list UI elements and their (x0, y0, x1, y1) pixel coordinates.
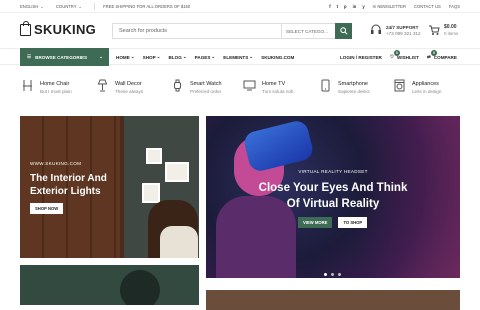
main-menu: HOME ⌄ SHOP ⌄ BLOG ⌄ PAGES ⌄ ELEMENTS ⌄ SKUKI… (116, 49, 294, 65)
top-bar: ENGLISH ⌄ COUNTRY ⌄ FREE SHIPPING FOR ALL … (0, 0, 480, 13)
country-selector[interactable]: COUNTRY ⌄ (56, 4, 82, 9)
chevron-down-icon: ⌄ (182, 54, 187, 59)
banner-title: The Interior And Exterior Lights (30, 173, 107, 197)
menu-item-elements[interactable]: ELEMENTS ⌄ (223, 54, 253, 60)
shop-now-button[interactable]: SHOP NOW (30, 203, 64, 214)
compare-count-badge: 0 (430, 50, 437, 56)
pinterest-icon[interactable]: p (344, 4, 347, 9)
slider-dot[interactable] (338, 273, 341, 276)
slider-dot[interactable] (331, 273, 334, 276)
category-item[interactable]: Wall Decor These always (95, 78, 143, 94)
frame-image (165, 162, 189, 182)
facebook-icon[interactable]: f (329, 4, 330, 9)
category-item[interactable]: Home TV Tum soluta nob (242, 78, 294, 94)
search-bar: Search for products SELECT CATEGO... (112, 22, 352, 39)
search-category-select[interactable]: SELECT CATEGO... (281, 24, 335, 38)
menu-item-skuking[interactable]: SKUKING.COM (261, 55, 294, 60)
menu-item-shop[interactable]: SHOP ⌄ (143, 54, 161, 60)
menu-item-home[interactable]: HOME ⌄ (116, 54, 135, 60)
phone-icon (318, 78, 332, 92)
wishlist-link[interactable]: ♡ 0 WISHLIST (389, 50, 419, 60)
search-button[interactable] (335, 22, 352, 39)
chevron-down-icon: ⌄ (40, 3, 44, 9)
slider-dot[interactable] (324, 273, 327, 276)
social-links: f t p in y (329, 4, 364, 9)
frame-image (142, 183, 160, 203)
twitter-icon[interactable]: t (337, 4, 338, 9)
chevron-down-icon: ⌄ (78, 3, 83, 9)
secondary-banner[interactable] (20, 265, 199, 305)
shipping-notice: FREE SHIPPING FOR ALL ORDERS OF $150 (103, 3, 191, 9)
vr-hero-banner[interactable]: VIRTUAL REALITY HEADSET Close Your Eyes … (206, 116, 460, 278)
compare-link[interactable]: ⇄ 0 COMPARE (426, 50, 457, 60)
slider-pagination (324, 273, 341, 276)
vr-headset-image (242, 118, 315, 174)
headset-icon (371, 24, 381, 34)
chair-icon (20, 78, 34, 92)
newsletter-link[interactable]: ✉ NEWSLETTER (373, 4, 406, 9)
category-item[interactable]: Home Chair But I must plain (20, 78, 72, 94)
cart-button[interactable]: $0.00 0 items (428, 24, 458, 36)
interior-lights-banner[interactable]: WWW.SKUKING.COM The Interior And Exterio… (20, 116, 199, 258)
category-item[interactable]: Smart Watch Preferred order (170, 78, 222, 94)
shopping-bag-icon (20, 20, 31, 36)
chevron-down-icon: ⌄ (99, 54, 103, 59)
wishlist-count-badge: 0 (393, 50, 400, 56)
banner-buttons: VIEW MORE TO SHOP (298, 217, 368, 228)
view-more-button[interactable]: VIEW MORE (298, 217, 333, 228)
chevron-down-icon: ⌄ (130, 54, 135, 59)
menu-item-blog[interactable]: BLOG ⌄ (169, 54, 187, 60)
category-row: Home Chair But I must plain Wall Decor The… (20, 78, 460, 104)
category-item[interactable]: Appliances Less in design (392, 78, 441, 94)
site-logo[interactable]: SKUKING (20, 20, 96, 37)
banner-site: WWW.SKUKING.COM (30, 161, 82, 166)
search-icon (339, 26, 348, 35)
chevron-down-icon: ⌄ (156, 54, 161, 59)
search-input[interactable]: Search for products (113, 28, 281, 34)
menu-icon: ☰ (27, 54, 32, 59)
browse-categories-button[interactable]: ☰ BROWSE CATEGORIES ⌄ (20, 48, 109, 66)
banner-kicker: VIRTUAL REALITY HEADSET (298, 169, 368, 174)
contact-link[interactable]: CONTACT US (414, 4, 441, 9)
frame-image (146, 148, 162, 164)
category-item[interactable]: Smartphone Sapiente delect (318, 78, 370, 94)
support-info: 24/7 SUPPORT +73 099 321 312 (370, 24, 421, 36)
faqs-link[interactable]: FAQS (449, 4, 460, 9)
chevron-down-icon: ⌄ (211, 54, 216, 59)
heart-icon: ♡ (389, 54, 394, 59)
washer-icon (392, 78, 406, 92)
lamp-icon (95, 78, 109, 92)
divider (94, 2, 96, 10)
youtube-icon[interactable]: y (362, 4, 364, 9)
watch-icon (170, 78, 184, 92)
cart-icon (429, 25, 440, 35)
banner-title: Close Your Eyes And Think Of Virtual Rea… (258, 182, 408, 210)
shuffle-icon: ⇄ (426, 54, 431, 59)
tv-icon (242, 78, 256, 92)
chevron-down-icon: ⌄ (249, 54, 254, 59)
to-shop-button[interactable]: TO SHOP (338, 217, 368, 228)
main-navbar: ☰ BROWSE CATEGORIES ⌄ HOME ⌄ SHOP ⌄ BLOG ⌄ … (0, 48, 480, 66)
account-links: LOGIN / REGISTER ♡ 0 WISHLIST ⇄ 0 COMPAR… (340, 49, 457, 65)
secondary-banner[interactable] (206, 290, 460, 310)
language-selector[interactable]: ENGLISH ⌄ (20, 4, 44, 9)
linkedin-icon[interactable]: in (353, 4, 357, 9)
menu-item-pages[interactable]: PAGES ⌄ (195, 54, 216, 60)
login-register-link[interactable]: LOGIN / REGISTER (340, 55, 382, 60)
